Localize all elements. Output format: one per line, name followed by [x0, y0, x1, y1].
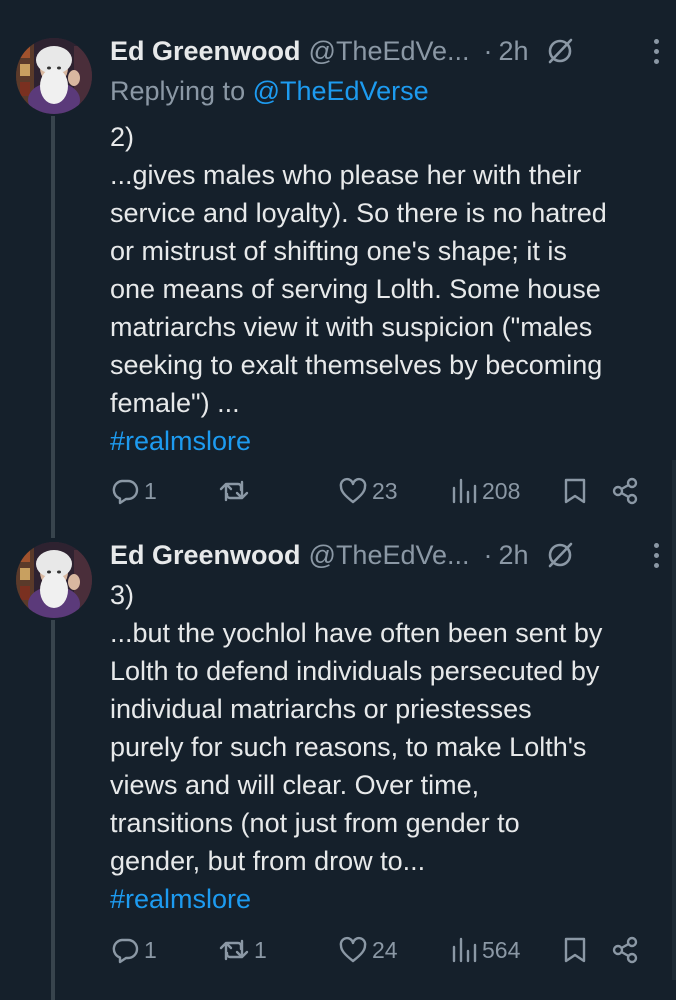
- grok-icon[interactable]: [545, 540, 575, 570]
- share-icon: [612, 477, 638, 505]
- timestamp[interactable]: 2h: [499, 36, 529, 67]
- tweet-line: one means of serving Lolth. Some house: [110, 274, 601, 304]
- reply-button[interactable]: 1: [110, 930, 157, 970]
- like-count: 24: [372, 936, 398, 963]
- tweet-text: 3) ...but the yochlol have often been se…: [110, 576, 658, 918]
- tweet-line: female") ...: [110, 388, 240, 418]
- analytics-icon: [452, 478, 477, 504]
- tweet-line: service and loyalty). So there is no hat…: [110, 198, 607, 228]
- tweet-line: ...gives males who please her with their: [110, 160, 582, 190]
- reply-button[interactable]: 1: [110, 471, 157, 511]
- bookmark-button[interactable]: [562, 930, 588, 970]
- retweet-icon: [219, 480, 249, 502]
- tweet-line: or mistrust of shifting one's shape; it …: [110, 236, 567, 266]
- reply-icon: [112, 479, 139, 505]
- retweet-count: 1: [254, 936, 267, 963]
- replying-to: Replying to @TheEdVerse: [110, 76, 429, 107]
- share-button[interactable]: [610, 930, 640, 970]
- action-bar: 1 23 208: [110, 471, 650, 511]
- grok-icon[interactable]: [545, 36, 575, 66]
- tweet-text: 2) ...gives males who please her with th…: [110, 118, 658, 460]
- reply-icon: [112, 938, 139, 964]
- action-bar: 1 1 24 564: [110, 930, 650, 970]
- tweet-line: 2): [110, 122, 135, 152]
- bookmark-icon: [564, 937, 586, 963]
- separator-dot: ·: [483, 539, 493, 570]
- analytics-icon: [452, 937, 477, 963]
- like-button[interactable]: 23: [338, 471, 398, 511]
- tweet-line: individual matriarchs or priestesses: [110, 694, 532, 724]
- heart-icon: [339, 936, 367, 963]
- tweet-line: ...but the yochlol have often been sent …: [110, 618, 603, 648]
- bookmark-button[interactable]: [562, 471, 588, 511]
- share-icon: [612, 936, 638, 964]
- heart-icon: [339, 477, 367, 504]
- tweet-line: 3): [110, 580, 135, 610]
- reply-count: 1: [144, 936, 157, 963]
- more-icon[interactable]: [644, 540, 668, 570]
- author-handle[interactable]: @TheEdVe...: [309, 540, 470, 571]
- view-count: 564: [482, 936, 521, 963]
- share-button[interactable]: [610, 471, 640, 511]
- view-count: 208: [482, 477, 521, 504]
- like-count: 23: [372, 477, 398, 504]
- author-handle[interactable]: @TheEdVe...: [309, 36, 470, 67]
- retweet-icon: [219, 939, 249, 961]
- retweet-button[interactable]: 1: [218, 930, 267, 970]
- tweet-line: matriarchs view it with suspicion ("male…: [110, 312, 593, 342]
- separator-dot: ·: [483, 35, 493, 66]
- more-icon[interactable]: [644, 36, 668, 66]
- tweet-line: seeking to exalt themselves by becoming: [110, 350, 603, 380]
- replying-handle-link[interactable]: @TheEdVerse: [253, 76, 429, 106]
- avatar[interactable]: [16, 38, 92, 114]
- replying-prefix: Replying to: [110, 76, 253, 106]
- views-button[interactable]: 208: [450, 471, 520, 511]
- tweet-line: transitions (not just from gender to: [110, 808, 520, 838]
- reply-count: 1: [144, 477, 157, 504]
- like-button[interactable]: 24: [338, 930, 398, 970]
- timestamp[interactable]: 2h: [499, 540, 529, 571]
- tweet[interactable]: Ed Greenwood @TheEdVe... · 2h 3) ...but …: [0, 520, 676, 1000]
- bookmark-icon: [564, 478, 586, 504]
- tweet-line: Lolth to defend individuals persecuted b…: [110, 656, 600, 686]
- tweet-header: Ed Greenwood @TheEdVe... · 2h: [110, 535, 656, 575]
- tweet-header: Ed Greenwood @TheEdVe... · 2h: [110, 31, 656, 71]
- author-name[interactable]: Ed Greenwood: [110, 36, 301, 67]
- hashtag-link[interactable]: #realmslore: [110, 422, 658, 460]
- tweet-line: purely for such reasons, to make Lolth's: [110, 732, 587, 762]
- retweet-button[interactable]: [218, 471, 254, 511]
- tweet[interactable]: Ed Greenwood @TheEdVe... · 2h Replying t…: [0, 0, 676, 520]
- views-button[interactable]: 564: [450, 930, 520, 970]
- tweet-line: views and will clear. Over time,: [110, 770, 480, 800]
- avatar[interactable]: [16, 542, 92, 618]
- hashtag-link[interactable]: #realmslore: [110, 880, 658, 918]
- tweet-line: gender, but from drow to...: [110, 846, 426, 876]
- author-name[interactable]: Ed Greenwood: [110, 540, 301, 571]
